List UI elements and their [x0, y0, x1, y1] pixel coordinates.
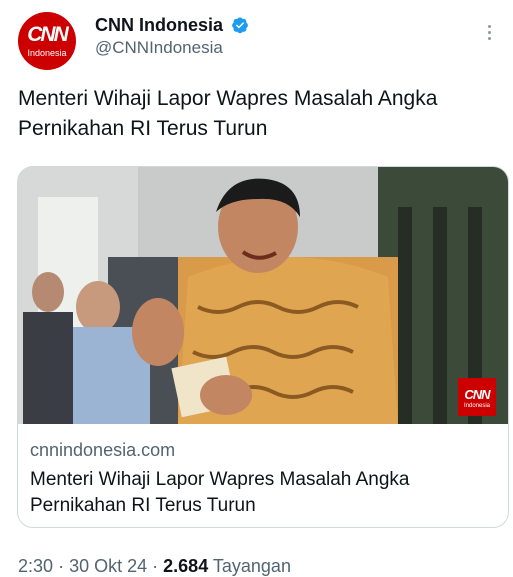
news-photo — [18, 167, 508, 424]
tweet-header: CNN Indonesia CNN Indonesia @CNNIndonesi… — [18, 12, 501, 70]
views-label: Tayangan — [212, 556, 291, 576]
cnn-badge: CNN Indonesia — [458, 378, 496, 416]
verified-badge-icon — [232, 17, 249, 34]
avatar-logo: CNN — [27, 23, 69, 46]
link-card[interactable]: CNN Indonesia cnnindonesia.com Menteri W… — [17, 166, 509, 528]
author-block: CNN Indonesia @CNNIndonesia — [95, 14, 249, 58]
handle[interactable]: @CNNIndonesia — [95, 38, 249, 58]
tweet-time[interactable]: 2:30 — [18, 556, 53, 576]
view-count: 2.684 — [163, 556, 209, 576]
cnn-badge-sub: Indonesia — [463, 403, 491, 409]
more-options-icon[interactable] — [479, 22, 499, 48]
meta-separator: · — [58, 556, 65, 576]
card-title[interactable]: Menteri Wihaji Lapor Wapres Masalah Angk… — [30, 467, 490, 519]
avatar[interactable]: CNN Indonesia — [18, 12, 76, 70]
tweet-date[interactable]: 30 Okt 24 — [69, 556, 147, 576]
tweet-meta: 2:30 · 30 Okt 24 · 2.684 Tayangan — [18, 556, 291, 577]
card-image[interactable]: CNN Indonesia — [18, 167, 508, 424]
meta-separator: · — [152, 556, 159, 576]
tweet-text: Menteri Wihaji Lapor Wapres Masalah Angk… — [18, 87, 438, 140]
avatar-logo-sub: Indonesia — [27, 48, 67, 58]
cnn-badge-logo: CNN — [464, 387, 490, 402]
display-name[interactable]: CNN Indonesia — [95, 14, 223, 36]
card-domain[interactable]: cnnindonesia.com — [30, 440, 175, 461]
